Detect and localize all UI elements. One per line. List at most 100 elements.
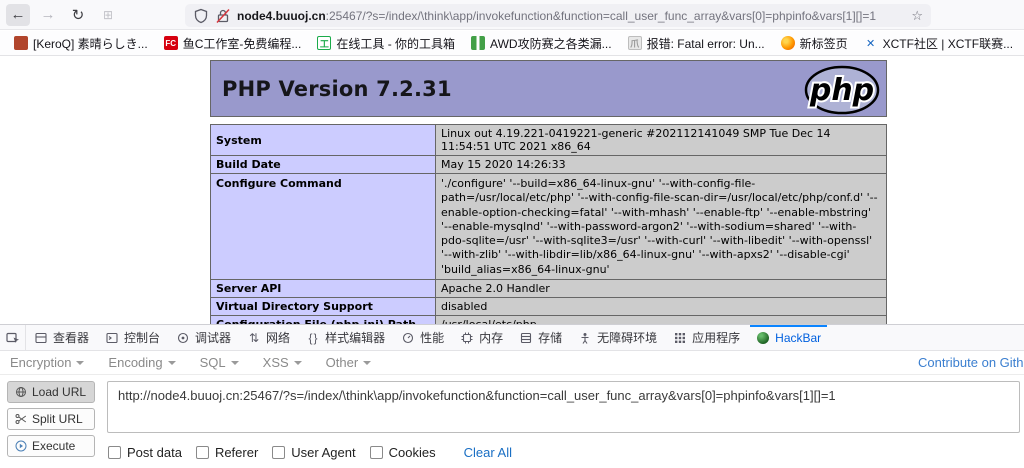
clear-all-link[interactable]: Clear All xyxy=(464,445,512,460)
tab-console[interactable]: 控制台 xyxy=(97,325,168,350)
tab-hackbar[interactable]: HackBar xyxy=(748,325,829,350)
menu-label: Encryption xyxy=(10,355,72,370)
chevron-down-icon xyxy=(167,360,176,365)
checkbox-label: Cookies xyxy=(388,445,436,460)
row-label: Build Date xyxy=(210,155,436,174)
apps-grid-icon xyxy=(673,331,687,345)
toolbar-extra-icon[interactable]: ⊞ xyxy=(96,4,120,26)
row-value: /usr/local/etc/php xyxy=(435,315,887,324)
bookmark-label: 鱼C工作室-免费编程... xyxy=(182,36,302,51)
tab-debugger[interactable]: 调试器 xyxy=(168,325,239,350)
bookmark-item[interactable]: 工在线工具 - 你的工具箱 xyxy=(311,33,461,54)
row-label: Virtual Directory Support xyxy=(210,297,436,317)
tab-label: 查看器 xyxy=(53,331,90,345)
page-title: PHP Version 7.2.31 xyxy=(222,76,452,101)
tab-inspector[interactable]: 查看器 xyxy=(26,325,97,350)
hackbar-menubar: Encryption Encoding SQL XSS Other Contri… xyxy=(0,351,1024,375)
bookmark-label: 报错: Fatal error: Un... xyxy=(646,36,765,51)
user-agent-checkbox[interactable]: User Agent xyxy=(272,445,356,460)
tab-label: 无障碍环境 xyxy=(597,331,658,345)
checkbox-icon xyxy=(195,446,209,459)
reload-button[interactable]: ↻ xyxy=(66,4,90,26)
button-label: Split URL xyxy=(32,412,83,426)
performance-icon xyxy=(401,331,415,345)
table-row: Server API Apache 2.0 Handler xyxy=(210,279,887,299)
tab-storage[interactable]: 存储 xyxy=(511,325,570,350)
load-url-button[interactable]: Load URL xyxy=(7,381,95,403)
style-editor-icon: { } xyxy=(308,330,318,345)
bookmark-favicon: ✕ xyxy=(866,37,876,50)
bookmark-item[interactable]: ✕ XCTF社区 | XCTF联赛... xyxy=(858,33,1019,54)
bookmark-star-icon[interactable]: ☆ xyxy=(911,8,923,24)
checkbox-label: Referer xyxy=(214,445,259,460)
tab-label: 控制台 xyxy=(124,331,161,345)
picker-icon xyxy=(5,332,19,343)
split-url-button[interactable]: Split URL xyxy=(7,408,95,430)
shield-icon[interactable] xyxy=(193,8,209,24)
hackbar-body: Load URL Split URL Execute http://node4.… xyxy=(0,375,1024,468)
bookmark-item[interactable]: 新标签页 xyxy=(775,33,854,54)
browser-toolbar: ← → ↻ ⊞ node4.buuoj.cn:25467/?s=/index/\… xyxy=(0,0,1024,30)
contribute-link[interactable]: Contribute on Github xyxy=(918,355,1024,370)
debugger-icon xyxy=(176,331,190,345)
phpinfo-header: PHP Version 7.2.31 php xyxy=(210,60,887,117)
bookmark-favicon xyxy=(780,36,795,50)
cookies-checkbox[interactable]: Cookies xyxy=(369,445,436,460)
network-icon: ⇅ xyxy=(249,330,260,345)
bookmark-favicon xyxy=(471,36,486,50)
chevron-down-icon xyxy=(363,360,372,365)
element-picker-button[interactable] xyxy=(0,325,26,350)
forward-button[interactable]: → xyxy=(36,4,60,26)
tab-memory[interactable]: 内存 xyxy=(452,325,511,350)
bookmark-item[interactable]: FC 鱼C工作室-免费编程... xyxy=(158,33,308,54)
browser-window: ← → ↻ ⊞ node4.buuoj.cn:25467/?s=/index/\… xyxy=(0,0,1024,468)
url-text[interactable]: node4.buuoj.cn:25467/?s=/index/\think\ap… xyxy=(237,9,876,23)
play-icon xyxy=(15,440,27,452)
bookmark-favicon: FC xyxy=(163,36,178,50)
insecure-lock-icon[interactable] xyxy=(215,8,231,24)
menu-sql[interactable]: SQL xyxy=(200,355,239,370)
tab-label: 存储 xyxy=(538,331,563,345)
table-row: System Linux out 4.19.221-0419221-generic… xyxy=(210,124,887,156)
execute-button[interactable]: Execute xyxy=(7,435,95,457)
checkbox-icon xyxy=(369,446,383,459)
bookmark-item[interactable]: [KeroQ] 素晴らしき... xyxy=(8,33,154,54)
tab-style-editor[interactable]: { } 样式编辑器 xyxy=(298,325,393,350)
menu-encryption[interactable]: Encryption xyxy=(10,355,85,370)
globe-icon xyxy=(16,387,26,397)
tab-application[interactable]: 应用程序 xyxy=(665,325,748,350)
tab-network[interactable]: ⇅ 网络 xyxy=(239,325,298,350)
checkbox-icon xyxy=(108,446,121,459)
menu-label: Other xyxy=(325,355,359,370)
table-row: Configuration File (php.ini) Path/usr/lo… xyxy=(210,315,887,324)
table-row: Build Date May 15 2020 14:26:33 xyxy=(210,155,887,174)
checkbox-icon xyxy=(272,446,286,459)
menu-label: SQL xyxy=(199,355,226,370)
tab-label: 网络 xyxy=(266,331,291,345)
tab-label: 应用程序 xyxy=(692,331,741,345)
hackbar-options-row: Post data Referer User Agent Cookies Cle… xyxy=(108,445,512,460)
menu-encoding[interactable]: Encoding xyxy=(108,355,176,370)
post-data-checkbox[interactable]: Post data xyxy=(108,445,182,460)
menu-other[interactable]: Other xyxy=(326,355,372,370)
hackbar-url-input[interactable]: http://node4.buuoj.cn:25467/?s=/index/\t… xyxy=(107,381,1020,433)
referer-checkbox[interactable]: Referer xyxy=(195,445,259,460)
chevron-down-icon xyxy=(230,360,239,365)
bookmark-item[interactable]: AWD攻防赛之各类漏... xyxy=(465,33,618,54)
bookmark-favicon: 爪 xyxy=(627,36,642,50)
back-button[interactable]: ← xyxy=(6,3,30,26)
menu-xss[interactable]: XSS xyxy=(263,355,302,370)
tab-label: 调试器 xyxy=(195,331,232,345)
tab-accessibility[interactable]: 无障碍环境 xyxy=(570,325,665,350)
row-value: Apache 2.0 Handler xyxy=(435,279,887,299)
tab-performance[interactable]: 性能 xyxy=(393,325,452,350)
button-label: Load URL xyxy=(32,385,87,399)
checkbox-label: Post data xyxy=(127,445,182,460)
storage-icon xyxy=(519,331,533,345)
bookmark-item[interactable]: 爪报错: Fatal error: Un... xyxy=(622,33,771,54)
devtools-panel: 查看器 控制台 调试器 ⇅ 网络 { } 样式编辑器 性能 内存 存储 无障碍环境 … xyxy=(0,324,1024,468)
url-bar[interactable]: node4.buuoj.cn:25467/?s=/index/\think\ap… xyxy=(185,4,931,27)
bookmark-favicon: 工 xyxy=(317,36,332,50)
row-label: Server API xyxy=(210,279,436,299)
table-row: Configure Command './configure' '--build=… xyxy=(210,172,887,281)
